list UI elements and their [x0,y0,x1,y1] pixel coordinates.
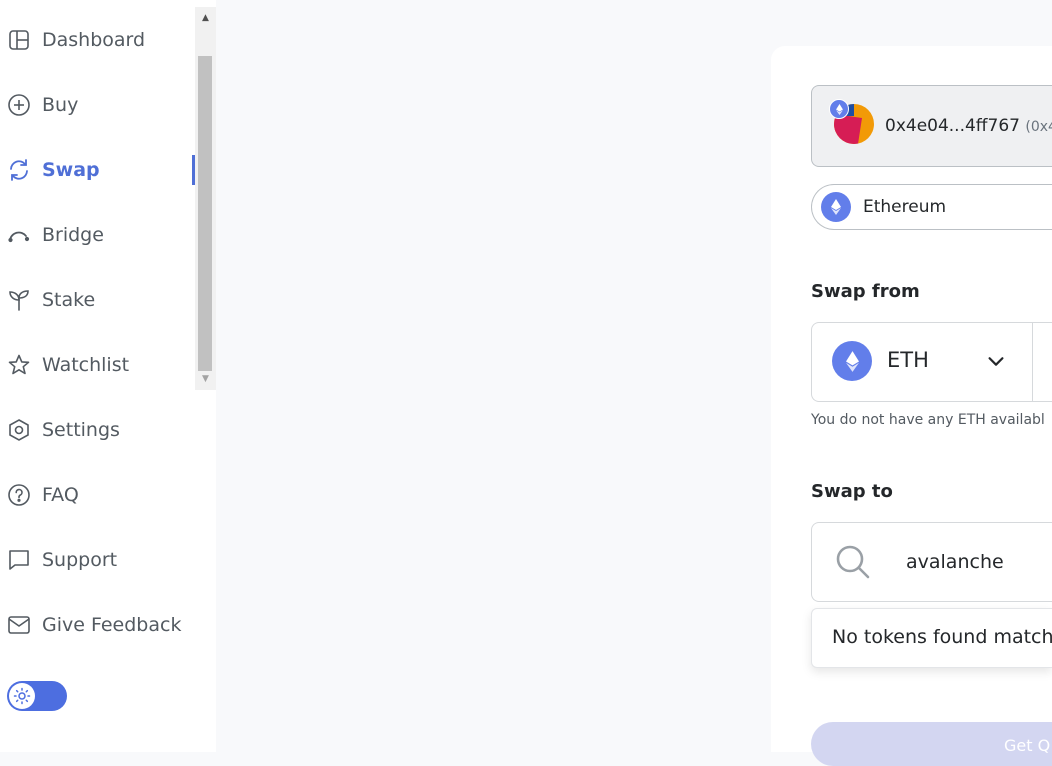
sidebar-item-label: Stake [42,289,96,311]
sidebar: Dashboard Buy Swap Bridge Stake Watchlis… [0,0,216,752]
get-quotes-label: Get Q [1004,736,1051,755]
balance-warning: You do not have any ETH availabl [811,412,1045,428]
dashboard-icon [7,28,31,52]
star-icon [7,353,31,377]
sidebar-item-stake[interactable]: Stake [0,280,195,320]
token-search-box[interactable] [811,522,1052,602]
network-selector[interactable]: Ethereum [811,184,1052,230]
sprout-icon [7,288,31,312]
swap-card: 0x4e04...4ff767 (0x4e Ethereum Swap from… [771,46,1052,766]
token-search-input[interactable] [906,549,1046,575]
search-icon [836,545,870,579]
sidebar-item-dashboard[interactable]: Dashboard [0,20,195,60]
sidebar-item-swap[interactable]: Swap [0,150,195,190]
chevron-down-icon[interactable] [985,350,1007,372]
account-address-suffix: (0x4e [1025,119,1052,135]
theme-toggle[interactable] [7,681,67,711]
account-address-main: 0x4e04...4ff767 [885,116,1020,136]
swap-from-selector[interactable]: ETH [811,322,1052,402]
ethereum-badge-icon [829,99,849,119]
sidebar-item-label: Swap [42,159,100,181]
sidebar-item-label: FAQ [42,484,79,506]
scroll-thumb[interactable] [198,56,212,371]
account-selector[interactable]: 0x4e04...4ff767 (0x4e [811,85,1052,167]
sidebar-item-faq[interactable]: FAQ [0,475,195,515]
ethereum-icon [821,192,851,222]
divider [1032,323,1033,401]
swap-to-heading: Swap to [811,481,893,502]
sidebar-scrollbar[interactable]: ▲ ▼ [195,7,216,390]
plus-circle-icon [7,93,31,117]
sidebar-item-label: Bridge [42,224,104,246]
question-icon [7,483,31,507]
sidebar-item-label: Support [42,549,118,571]
gear-icon [7,418,31,442]
sidebar-item-label: Buy [42,94,79,116]
network-label: Ethereum [863,197,947,217]
get-quotes-button[interactable]: Get Q [811,722,1052,766]
sidebar-item-settings[interactable]: Settings [0,410,195,450]
sidebar-item-support[interactable]: Support [0,540,195,580]
chat-icon [7,548,31,572]
scroll-down-arrow-icon[interactable]: ▼ [195,368,216,390]
swap-icon [7,158,31,182]
sidebar-item-watchlist[interactable]: Watchlist [0,345,195,385]
token-symbol: ETH [887,348,929,372]
scroll-up-arrow-icon[interactable]: ▲ [195,7,216,29]
swap-from-heading: Swap from [811,281,920,302]
account-address: 0x4e04...4ff767 (0x4e [885,116,1052,136]
sidebar-item-label: Dashboard [42,29,146,51]
eth-token-icon [832,341,872,381]
sidebar-item-buy[interactable]: Buy [0,85,195,125]
sidebar-item-label: Watchlist [42,354,130,376]
sidebar-item-bridge[interactable]: Bridge [0,215,195,255]
bridge-icon [7,223,31,247]
sidebar-item-give-feedback[interactable]: Give Feedback [0,605,195,645]
no-results-message: No tokens found match [832,626,1052,648]
sun-icon [9,683,35,709]
mail-icon [7,613,31,637]
sidebar-item-label: Give Feedback [42,614,182,636]
sidebar-item-label: Settings [42,419,120,441]
search-results-dropdown: No tokens found match [811,608,1052,668]
